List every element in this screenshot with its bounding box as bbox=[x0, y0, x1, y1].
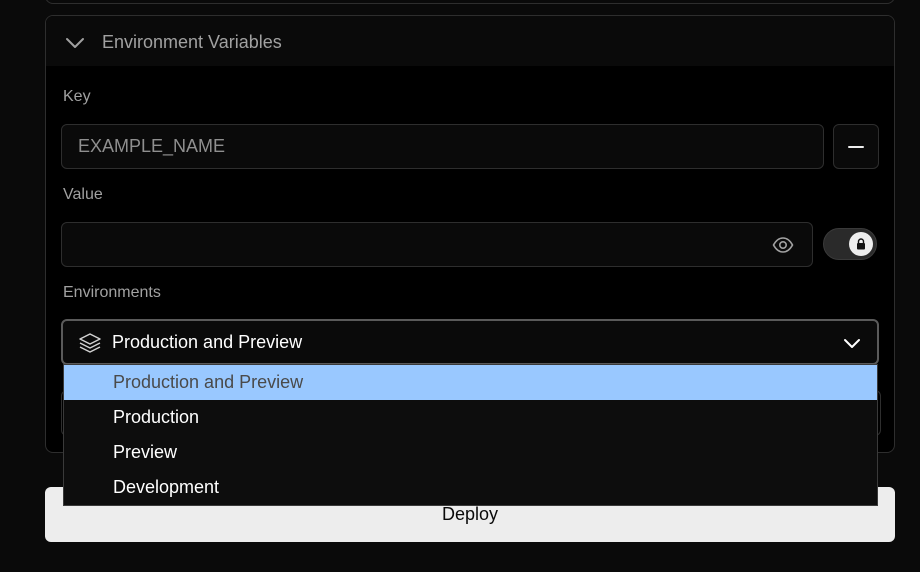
chevron-down-icon[interactable] bbox=[64, 32, 86, 54]
section-title: Environment Variables bbox=[102, 32, 282, 52]
key-label: Key bbox=[63, 88, 91, 105]
option-preview[interactable]: Preview bbox=[64, 435, 877, 470]
option-production[interactable]: Production bbox=[64, 400, 877, 435]
key-input[interactable] bbox=[61, 124, 824, 169]
minus-icon bbox=[848, 145, 864, 148]
lock-icon bbox=[857, 238, 865, 250]
sensitive-toggle[interactable] bbox=[823, 228, 877, 260]
option-production-and-preview[interactable]: Production and Preview bbox=[64, 365, 877, 400]
environments-select[interactable]: Production and Preview bbox=[61, 319, 879, 365]
environments-label: Environments bbox=[63, 284, 161, 301]
toggle-knob bbox=[849, 232, 873, 256]
environments-dropdown-list: Production and Preview Production Previe… bbox=[63, 364, 878, 506]
selected-environment: Production and Preview bbox=[112, 332, 303, 352]
value-label: Value bbox=[63, 186, 103, 203]
option-development[interactable]: Development bbox=[64, 470, 877, 505]
previous-section-card bbox=[45, 0, 895, 4]
layers-icon bbox=[79, 333, 101, 353]
section-header[interactable]: Environment Variables bbox=[46, 16, 894, 66]
value-input[interactable] bbox=[61, 222, 813, 267]
remove-variable-button[interactable] bbox=[833, 124, 879, 169]
eye-icon[interactable] bbox=[772, 235, 794, 255]
chevron-down-icon bbox=[844, 339, 860, 348]
